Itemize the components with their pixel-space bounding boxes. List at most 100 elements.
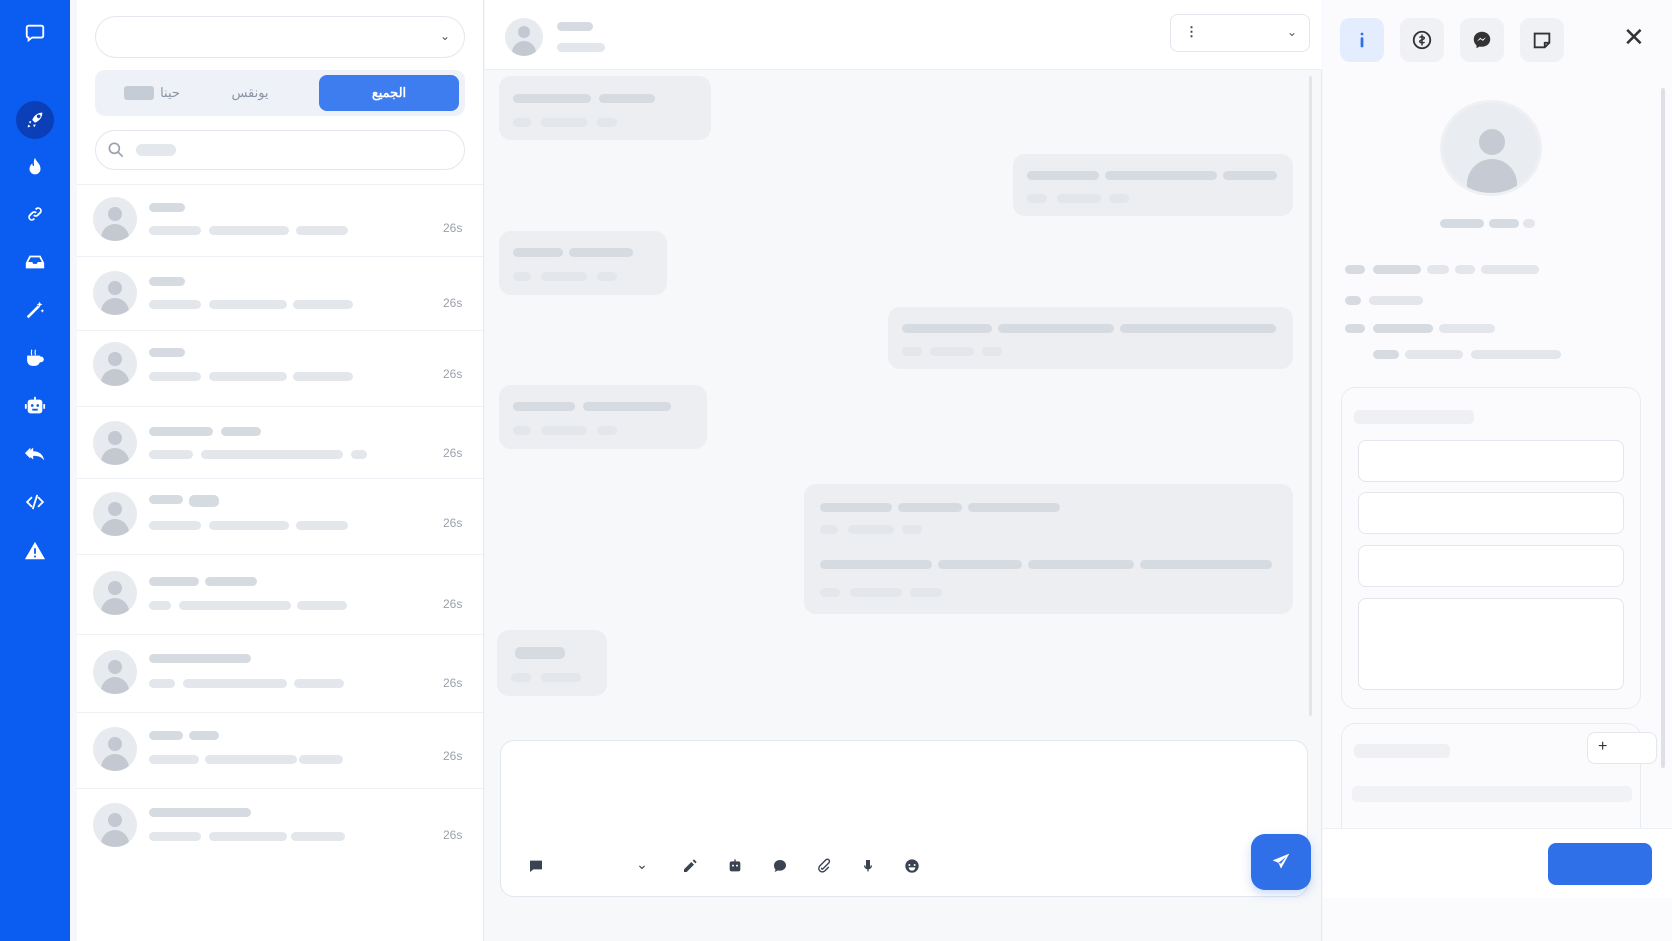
nav-rail: [0, 0, 70, 941]
inbox-select[interactable]: ⌄: [95, 16, 465, 58]
conversation-time: 26s: [443, 446, 463, 460]
conversation-row[interactable]: 26s: [77, 330, 483, 406]
avatar: [93, 727, 137, 771]
search-icon: [108, 142, 124, 158]
conversation-time: 26s: [443, 828, 463, 842]
tab-filter-all[interactable]: الجميع: [319, 75, 459, 111]
send-button[interactable]: [1251, 834, 1311, 890]
conversation-time: 26s: [443, 221, 463, 235]
conversation-row[interactable]: 26s: [77, 788, 483, 860]
card-title: [1354, 744, 1450, 758]
chat-panel: ⋮ ⌄ ⌄: [485, 0, 1322, 941]
conversation-row[interactable]: 26s: [77, 554, 483, 634]
chevron-down-icon: ⌄: [1286, 25, 1297, 39]
save-button[interactable]: [1548, 843, 1652, 885]
contact-field-input[interactable]: [1358, 492, 1624, 534]
contact-avatar: [1440, 100, 1542, 196]
avatar: [93, 271, 137, 315]
link-icon[interactable]: [18, 197, 52, 231]
code-icon[interactable]: [18, 485, 52, 519]
chat-contact-status: [557, 43, 605, 52]
contact-display-name: [1440, 219, 1484, 228]
tab-payments[interactable]: [1400, 18, 1444, 62]
emoji-icon[interactable]: [903, 857, 921, 875]
microphone-icon[interactable]: [859, 857, 877, 875]
chat-contact-name: [557, 22, 593, 31]
conversation-time: 26s: [443, 597, 463, 611]
info-icon: [1360, 32, 1364, 48]
magic-wand-icon[interactable]: [18, 293, 52, 327]
contact-name: [149, 731, 183, 740]
info-scrollbar[interactable]: [1661, 88, 1665, 768]
message-composer[interactable]: ⌄: [500, 740, 1311, 897]
conversation-row[interactable]: 26s: [77, 478, 483, 554]
avatar: [93, 197, 137, 241]
tab-notes[interactable]: [1520, 18, 1564, 62]
conversation-time: 26s: [443, 749, 463, 763]
tab-filter-2[interactable]: يونقس: [205, 75, 295, 111]
messages-scrollbar[interactable]: [1309, 76, 1312, 716]
app-window: ⌄ حينا يونقس الجميع 26s 26s 26s 26s 26s …: [0, 0, 1672, 941]
message-icon[interactable]: [527, 857, 545, 875]
contact-name: [149, 577, 199, 586]
attachment-icon[interactable]: [815, 857, 833, 875]
avatar: [505, 18, 543, 56]
filter-tabs: حينا يونقس الجميع: [95, 70, 465, 116]
contact-name: [149, 348, 185, 357]
tab-messenger[interactable]: [1460, 18, 1504, 62]
inbox-icon[interactable]: [18, 245, 52, 279]
tab-info[interactable]: [1340, 18, 1384, 62]
chat-icon[interactable]: [771, 857, 789, 875]
coffee-icon[interactable]: [18, 341, 52, 375]
pen-icon[interactable]: [681, 857, 699, 875]
chat-header: ⋮ ⌄: [485, 0, 1322, 70]
message-incoming: [499, 385, 707, 449]
avatar: [93, 421, 137, 465]
close-icon[interactable]: ✕: [1623, 24, 1645, 50]
conversation-time: 26s: [443, 676, 463, 690]
contact-name: [149, 427, 213, 436]
conversation-row[interactable]: 26s: [77, 256, 483, 330]
avatar: [93, 650, 137, 694]
contact-name: [149, 808, 251, 817]
robot-icon[interactable]: [18, 389, 52, 423]
avatar: [93, 492, 137, 536]
contact-name: [149, 277, 185, 286]
contact-field-input[interactable]: [1358, 440, 1624, 482]
avatar: [93, 342, 137, 386]
conversation-row[interactable]: 26s: [77, 406, 483, 478]
card-title: [1354, 410, 1474, 424]
tab-filter-3[interactable]: حينا: [107, 75, 197, 111]
note-icon: [1533, 32, 1551, 49]
rocket-icon[interactable]: [16, 101, 54, 139]
dollar-icon: [1412, 30, 1432, 50]
search-input[interactable]: [95, 130, 465, 170]
robot-icon[interactable]: [726, 857, 744, 875]
warning-icon[interactable]: [18, 534, 52, 568]
avatar: [93, 571, 137, 615]
conversation-time: 26s: [443, 516, 463, 530]
conversation-row[interactable]: 26s: [77, 184, 483, 256]
reply-icon[interactable]: [18, 437, 52, 471]
message-incoming: [499, 231, 667, 295]
add-button[interactable]: +: [1587, 732, 1657, 764]
info-panel-footer: [1323, 828, 1672, 898]
chevron-down-icon[interactable]: ⌄: [633, 855, 651, 873]
send-icon: [1272, 853, 1290, 869]
fire-icon[interactable]: [18, 150, 52, 184]
kebab-icon: ⋮: [1185, 24, 1198, 39]
chevron-down-icon: ⌄: [439, 29, 450, 43]
card-icon: [124, 86, 155, 100]
chat-bubble-icon[interactable]: [18, 16, 52, 50]
contact-notes-textarea[interactable]: [1358, 598, 1624, 690]
conversation-row[interactable]: 26s: [77, 712, 483, 788]
contact-info-panel: ✕ +: [1323, 0, 1672, 941]
message-outgoing: [888, 307, 1293, 369]
conversation-actions-dropdown[interactable]: ⋮ ⌄: [1170, 14, 1310, 52]
contact-field-input[interactable]: [1358, 545, 1624, 587]
message-incoming: [499, 76, 711, 140]
contact-name: [149, 495, 183, 504]
conversation-row[interactable]: 26s: [77, 634, 483, 712]
avatar: [93, 803, 137, 847]
contact-name: [149, 654, 251, 663]
